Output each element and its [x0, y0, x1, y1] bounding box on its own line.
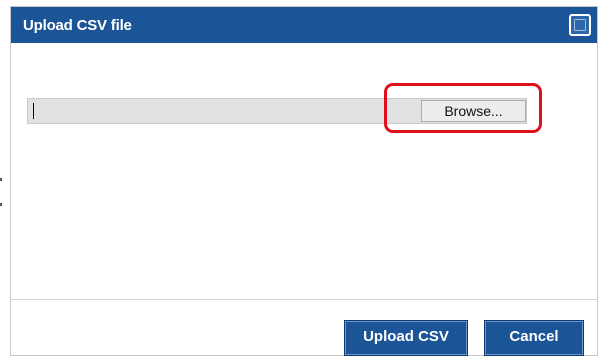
- edge-mark: [0, 203, 2, 206]
- browse-button[interactable]: Browse...: [421, 100, 526, 122]
- file-picker: Browse...: [27, 98, 527, 124]
- dialog-title: Upload CSV file: [23, 17, 132, 34]
- cancel-button[interactable]: Cancel: [484, 320, 584, 356]
- edge-mark: [0, 178, 2, 181]
- close-button[interactable]: [569, 14, 591, 36]
- upload-csv-button[interactable]: Upload CSV: [344, 320, 468, 356]
- upload-csv-dialog: Upload CSV file Browse... Upload CSV Can…: [10, 6, 598, 356]
- text-caret: [33, 103, 34, 119]
- close-icon: [574, 19, 586, 31]
- dialog-titlebar: Upload CSV file: [11, 7, 597, 43]
- footer-divider: [11, 299, 597, 300]
- file-path-input[interactable]: [28, 99, 403, 123]
